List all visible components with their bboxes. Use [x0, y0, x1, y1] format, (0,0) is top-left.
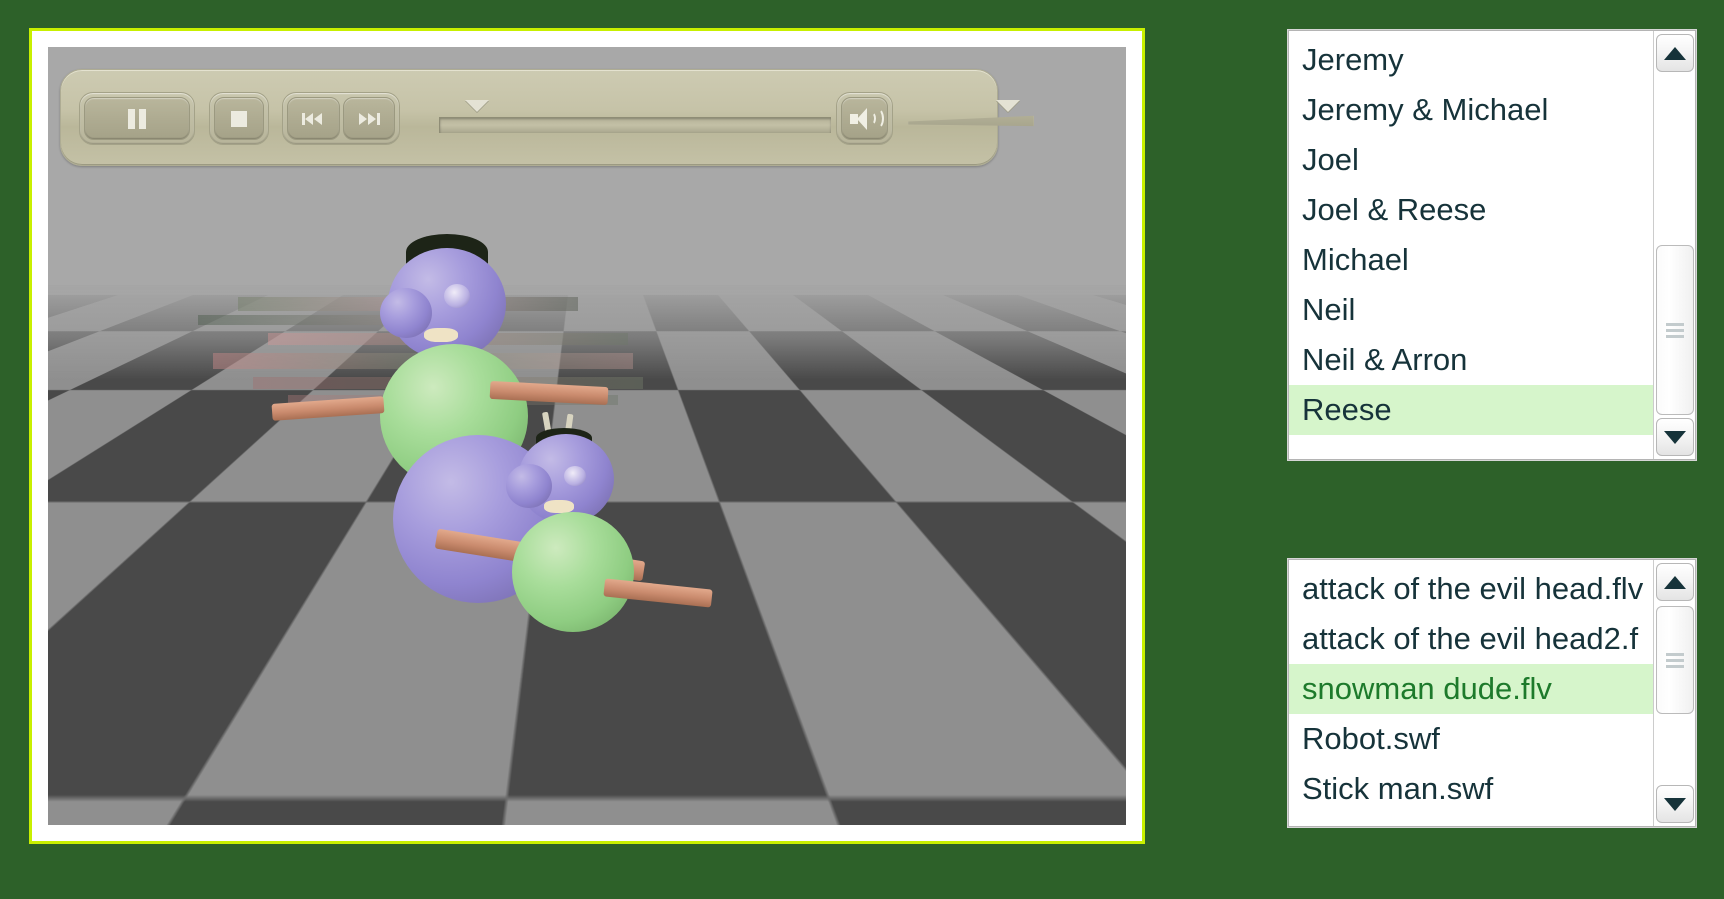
fast-forward-icon	[358, 111, 380, 127]
scrollbar-grip-icon	[1666, 650, 1684, 671]
video-player-stage[interactable]	[48, 47, 1126, 825]
speaker-icon	[849, 107, 884, 131]
pause-button-face[interactable]	[84, 97, 190, 140]
fast-forward-button[interactable]	[342, 97, 395, 140]
video-player-frame	[29, 28, 1145, 844]
snowman-eye	[564, 466, 586, 486]
scroll-up-arrow-icon	[1664, 46, 1686, 60]
rewind-button[interactable]	[287, 97, 340, 140]
list-item[interactable]: Robot.swf	[1289, 714, 1653, 764]
list-item[interactable]: Joel & Reese	[1289, 185, 1653, 235]
list-item[interactable]: Joel	[1289, 135, 1653, 185]
snowman-nose-icon	[424, 328, 458, 342]
files-list-items[interactable]: attack of the evil head.flv attack of th…	[1289, 560, 1653, 826]
list-item[interactable]: Neil	[1289, 285, 1653, 335]
scroll-down-button[interactable]	[1656, 785, 1694, 823]
scroll-up-arrow-icon	[1664, 575, 1686, 589]
snowman-eye	[444, 284, 470, 308]
snowman-body-upper	[512, 512, 634, 632]
stop-button[interactable]	[209, 92, 269, 145]
list-item-selected[interactable]: Reese	[1289, 385, 1653, 435]
rewind-icon	[302, 111, 324, 127]
player-control-bar	[60, 69, 1034, 166]
list-item[interactable]: Stick man.swf	[1289, 764, 1653, 814]
volume-wedge-shape	[908, 115, 1034, 127]
scroll-down-button[interactable]	[1656, 418, 1694, 456]
scroll-down-arrow-icon	[1664, 797, 1686, 811]
scrollbar-grip-icon	[1666, 320, 1684, 341]
list-item[interactable]: Jeremy	[1289, 35, 1653, 85]
app-root: Jeremy Jeremy & Michael Joel Joel & Rees…	[0, 0, 1724, 899]
scroll-up-button[interactable]	[1656, 563, 1694, 601]
files-list-scrollbar[interactable]	[1653, 560, 1695, 826]
scroll-up-button[interactable]	[1656, 34, 1694, 72]
list-item-selected[interactable]: snowman dude.flv	[1289, 664, 1653, 714]
mute-button[interactable]	[836, 92, 893, 145]
people-list-items[interactable]: Jeremy Jeremy & Michael Joel Joel & Rees…	[1289, 31, 1653, 459]
volume-handle-icon[interactable]	[996, 100, 1020, 112]
files-listbox[interactable]: attack of the evil head.flv attack of th…	[1288, 559, 1696, 827]
snowman-character-front-right	[488, 411, 718, 662]
scrollbar-thumb[interactable]	[1656, 245, 1694, 415]
seek-slider-track[interactable]	[439, 117, 831, 133]
list-item[interactable]: Michael	[1289, 235, 1653, 285]
people-listbox[interactable]: Jeremy Jeremy & Michael Joel Joel & Rees…	[1288, 30, 1696, 460]
mute-button-face[interactable]	[841, 97, 888, 140]
scroll-down-arrow-icon	[1664, 430, 1686, 444]
volume-slider-track[interactable]	[908, 110, 1034, 136]
stop-button-face[interactable]	[214, 97, 264, 140]
pause-button[interactable]	[79, 92, 195, 145]
snowman-nose-icon	[544, 500, 574, 513]
pause-icon	[128, 108, 146, 129]
list-item[interactable]: attack of the evil head2.f	[1289, 614, 1653, 664]
seek-buttons-group[interactable]	[282, 92, 400, 145]
list-item[interactable]: Neil & Arron	[1289, 335, 1653, 385]
people-list-scrollbar[interactable]	[1653, 31, 1695, 459]
stop-icon	[231, 110, 247, 127]
scrollbar-thumb[interactable]	[1656, 606, 1694, 714]
list-item[interactable]: attack of the evil head.flv	[1289, 564, 1653, 614]
list-item[interactable]: Jeremy & Michael	[1289, 85, 1653, 135]
seek-handle-icon[interactable]	[465, 100, 489, 112]
